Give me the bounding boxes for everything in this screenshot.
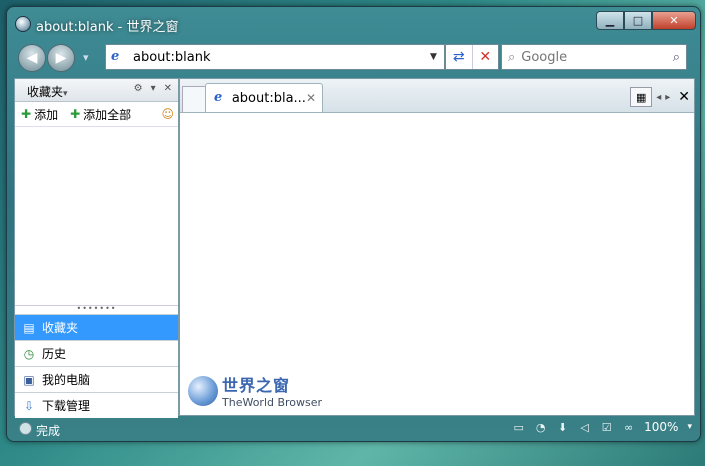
sidebar-title[interactable]: 收藏夹▾	[27, 83, 68, 100]
computer-icon: ▣	[23, 372, 35, 387]
forward-arrow-icon: ▶	[55, 50, 67, 66]
panel-icon[interactable]: ▭	[512, 421, 525, 434]
tab-strip-left-button[interactable]	[182, 86, 206, 112]
close-button[interactable]: ✕	[652, 11, 696, 30]
tab-close-icon[interactable]: ✕	[306, 91, 316, 105]
window-title: about:blank - 世界之窗	[36, 20, 179, 35]
forward-button[interactable]: ▶	[47, 44, 75, 72]
refresh-stop-group: ⇄ ✕	[445, 44, 499, 70]
tab-favicon-icon: e	[214, 90, 223, 105]
status-text: 完成	[36, 424, 61, 438]
sidebar-item-label: 我的电脑	[42, 373, 91, 387]
sidebar-menu-icon[interactable]: ▾	[151, 83, 156, 94]
page-favicon-icon: e	[111, 49, 120, 64]
tab-prev-icon[interactable]: ◂	[656, 92, 661, 103]
security-icon[interactable]: ☑	[600, 421, 613, 434]
sidebar-item-label: 下载管理	[42, 399, 91, 413]
sidebar-settings-icon[interactable]: ⚙	[134, 83, 143, 94]
sidebar-item-label: 历史	[42, 347, 67, 361]
splitter-grip[interactable]: •••••••	[15, 305, 178, 314]
sidebar-item-my-computer[interactable]: ▣ 我的电脑	[15, 366, 178, 392]
window-controls: ▁ □ ✕	[596, 11, 696, 30]
search-engine-icon: ⌕	[508, 49, 516, 65]
tab-about-blank[interactable]: e about:bla... ✕	[205, 83, 323, 112]
sidebar-item-label: 收藏夹	[42, 321, 79, 335]
tab-label: about:bla...	[231, 90, 306, 106]
app-globe-icon[interactable]	[15, 16, 31, 32]
content-area: e about:bla... ✕ ▦ ◂ ▸ ✕ 世界之窗 TheWorld B…	[179, 78, 695, 416]
add-icon: ✚	[21, 107, 32, 121]
close-tab-icon[interactable]: ✕	[678, 89, 690, 105]
sidebar-content	[15, 127, 178, 305]
sidebar-panel: 收藏夹▾ ⚙ ▾ ✕ ✚ 添加 ✚ 添加全部 ☺ ••••••• ▤ 收藏夹 ◷ 历…	[14, 78, 179, 418]
tab-tools: ▦ ◂ ▸ ✕	[630, 87, 690, 107]
bookmark-icon: ▤	[23, 320, 35, 335]
download-status-icon[interactable]: ⬇	[556, 421, 569, 434]
refresh-icon[interactable]: ⇄	[446, 45, 473, 69]
address-bar[interactable]: e about:blank ▼	[105, 44, 445, 70]
navigation-toolbar: ◀ ▶ ▾ e about:blank ▼ ⇄ ✕ ⌕ ⌕	[7, 39, 700, 75]
zoom-glasses-icon[interactable]: ∞	[622, 421, 635, 434]
sidebar-controls: ⚙ ▾ ✕	[134, 83, 172, 94]
tab-grid-icon[interactable]: ▦	[630, 87, 653, 107]
globe-logo-icon	[188, 375, 218, 406]
add-all-icon: ✚	[70, 107, 81, 121]
mute-icon[interactable]: ◁	[578, 421, 591, 434]
sidebar-item-history[interactable]: ◷ 历史	[15, 340, 178, 366]
search-icon[interactable]: ⌕	[673, 50, 680, 65]
back-button[interactable]: ◀	[18, 44, 46, 72]
theworld-logo: 世界之窗 TheWorld Browser	[188, 372, 322, 409]
search-input[interactable]	[519, 48, 673, 66]
maximize-button[interactable]: □	[624, 11, 652, 30]
status-indicator-icon	[19, 422, 32, 435]
title-bar[interactable]: about:blank - 世界之窗 ▁ □ ✕	[7, 7, 700, 37]
speed-icon[interactable]: ◔	[534, 421, 547, 434]
status-bar: 完成 ▭ ◔ ⬇ ◁ ☑ ∞ 100% ▾	[7, 415, 700, 441]
add-all-button[interactable]: ✚ 添加全部	[70, 106, 131, 123]
sidebar-header: 收藏夹▾ ⚙ ▾ ✕	[15, 79, 178, 102]
search-box[interactable]: ⌕ ⌕	[501, 44, 687, 70]
back-arrow-icon: ◀	[26, 50, 38, 66]
history-icon: ◷	[23, 346, 35, 361]
address-dropdown-icon[interactable]: ▼	[430, 52, 444, 62]
logo-cn-text: 世界之窗	[222, 376, 291, 395]
status-tray: ▭ ◔ ⬇ ◁ ☑ ∞ 100% ▾	[512, 420, 692, 434]
sidebar-item-favorites[interactable]: ▤ 收藏夹	[15, 314, 178, 340]
add-bookmark-button[interactable]: ✚ 添加	[21, 106, 58, 123]
tab-next-icon[interactable]: ▸	[665, 92, 670, 103]
stop-icon[interactable]: ✕	[473, 45, 499, 69]
minimize-button[interactable]: ▁	[596, 11, 624, 30]
address-input[interactable]: about:blank	[133, 50, 430, 65]
sidebar-close-icon[interactable]: ✕	[164, 83, 172, 94]
history-dropdown-icon[interactable]: ▾	[83, 51, 89, 64]
logo-en-text: TheWorld Browser	[222, 396, 323, 409]
zoom-dropdown-icon[interactable]: ▾	[687, 422, 692, 432]
sidebar-toolbar: ✚ 添加 ✚ 添加全部 ☺	[15, 102, 178, 127]
browser-window: about:blank - 世界之窗 ▁ □ ✕ ◀ ▶ ▾ e about:b…	[6, 6, 701, 442]
zoom-level[interactable]: 100%	[644, 420, 678, 434]
download-icon: ⇩	[23, 398, 35, 413]
user-icon[interactable]: ☺	[161, 107, 174, 121]
tab-strip: e about:bla... ✕ ▦ ◂ ▸ ✕	[180, 79, 694, 113]
